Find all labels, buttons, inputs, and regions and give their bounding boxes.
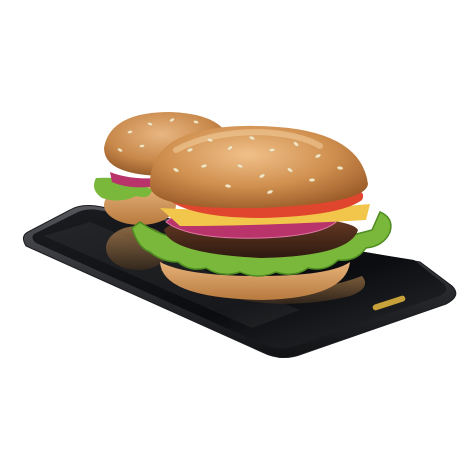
scene xyxy=(0,0,474,474)
burger-phone-illustration xyxy=(22,112,457,358)
